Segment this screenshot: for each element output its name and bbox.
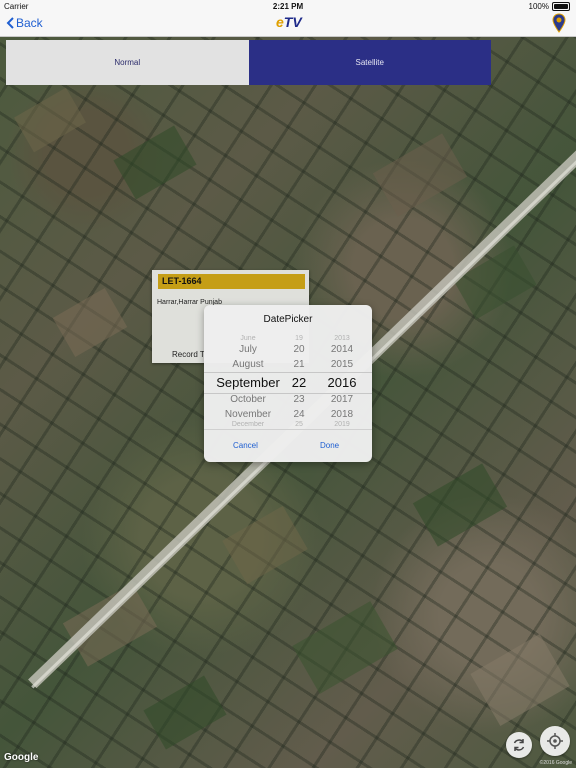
wheel-item: August [232,359,264,370]
segment-satellite[interactable]: Satellite [248,40,491,85]
my-location-button[interactable] [540,726,570,756]
wheel-item-selected-day: 22 [291,375,307,390]
wheel-item-selected-year: 2016 [327,375,357,390]
google-logo: Google [4,752,39,763]
wheel-item: July [239,344,257,355]
clock: 2:21 PM [272,2,304,11]
wheel-item: 23 [293,394,305,405]
chevron-left-icon [6,17,14,29]
wheel-item: 2015 [330,359,354,370]
wheel-item: 25 [295,421,303,428]
refresh-button[interactable] [506,732,532,758]
navigation-bar: Carrier 2:21 PM 100% Back eTV [0,0,576,37]
wheel-item: 2017 [330,394,354,405]
map-pin-icon [552,13,566,33]
date-wheel[interactable]: June July August September October Novem… [204,335,372,430]
wheel-item: 2018 [330,409,354,420]
refresh-icon [513,739,525,751]
dialog-title: DatePicker [263,314,313,325]
crosshair-icon [547,733,563,749]
dialog-actions: Cancel Done [204,429,372,462]
year-wheel[interactable]: 2013 2014 2015 2016 2017 2018 2019 [322,335,362,430]
battery-icon [552,2,570,11]
wheel-item: 19 [295,335,303,342]
map-type-segmented-control[interactable]: Normal Satellite [6,40,491,85]
info-title: LET-1664 [158,274,305,289]
battery-indicator: 100% [529,2,570,11]
cancel-button[interactable]: Cancel [233,441,258,450]
wheel-item: June [240,335,256,342]
wheel-item: December [231,421,265,428]
app-logo: eTV [276,14,302,30]
wheel-item: 2019 [334,421,350,428]
wheel-item: 2014 [330,344,354,355]
wheel-item: November [224,409,272,420]
info-record-text: Record T [172,350,205,359]
status-bar: Carrier 2:21 PM 100% [0,0,576,12]
location-pin-button[interactable] [552,13,566,38]
wheel-item: 24 [293,409,305,420]
back-button[interactable]: Back [6,16,43,30]
date-picker-dialog: DatePicker June July August September Oc… [204,305,372,462]
done-button[interactable]: Done [320,441,339,450]
back-label: Back [16,16,43,30]
wheel-item: 21 [293,359,305,370]
map-copyright: ©2016 Google [539,760,572,766]
wheel-item: 20 [293,344,305,355]
wheel-item: October [230,394,266,405]
wheel-item-selected-month: September [216,375,280,390]
segment-normal[interactable]: Normal [6,40,249,85]
day-wheel[interactable]: 19 20 21 22 23 24 25 [288,335,310,430]
wheel-item: 2013 [334,335,350,342]
month-wheel[interactable]: June July August September October Novem… [208,335,288,430]
battery-percent: 100% [528,2,549,11]
